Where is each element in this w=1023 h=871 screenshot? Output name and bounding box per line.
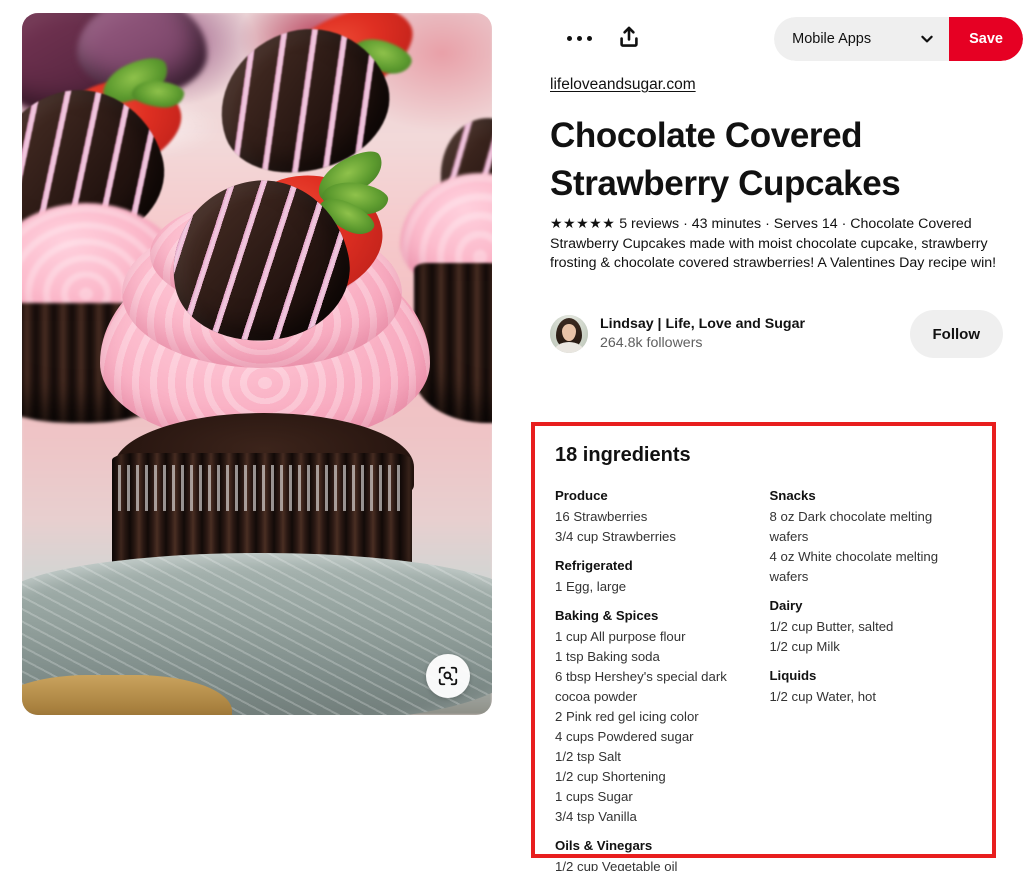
ingredient-group: Snacks 8 oz Dark chocolate melting wafers…: [770, 486, 973, 587]
avatar[interactable]: [550, 315, 588, 353]
save-button[interactable]: Save: [949, 17, 1023, 61]
save-controls: Mobile Apps Save: [774, 17, 1023, 61]
share-button[interactable]: [612, 20, 646, 54]
ingredient-item: 1/2 cup Shortening: [555, 769, 666, 784]
ingredient-item: 1/2 cup Milk: [769, 639, 840, 654]
visual-search-lens-icon: [438, 666, 458, 686]
ingredient-item: 8 oz Dark chocolate melting wafers: [769, 509, 933, 544]
pin-detail-pane: Mobile Apps Save lifeloveandsugar.com Ch…: [530, 0, 1023, 871]
ingredient-item: 1 cup All purpose flour: [555, 629, 686, 644]
board-selector-dropdown[interactable]: Mobile Apps: [774, 17, 950, 61]
ingredient-group-name: Dairy: [769, 598, 803, 613]
pin-action-bar: Mobile Apps Save: [550, 14, 1023, 62]
ingredient-group-name: Produce: [555, 488, 608, 503]
star-rating: ★★★★★: [550, 215, 616, 231]
author-follower-count: 264.8k followers: [600, 335, 703, 351]
author-row: Lindsay | Life, Love and Sugar 264.8k fo…: [550, 308, 1003, 360]
ingredient-group-name: Refrigerated: [555, 558, 633, 573]
ingredients-column-right: Snacks 8 oz Dark chocolate melting wafers…: [770, 486, 973, 871]
ingredient-item: 1/2 cup Water, hot: [769, 689, 877, 704]
pin-detail-page: Mobile Apps Save lifeloveandsugar.com Ch…: [0, 0, 1023, 871]
ingredients-column-left: Produce 16 Strawberries 3/4 cup Strawberri…: [555, 486, 758, 871]
visual-search-button[interactable]: [426, 654, 470, 698]
pin-image[interactable]: [22, 13, 492, 715]
ingredient-item: 16 Strawberries: [555, 509, 648, 524]
ingredient-group-name: Snacks: [769, 488, 816, 503]
ingredient-item: 6 tbsp Hershey's special dark cocoa powd…: [555, 669, 727, 704]
ingredient-item: 4 oz White chocolate melting wafers: [769, 549, 939, 584]
pin-description-text: 5 reviews · 43 minutes · Serves 14 · Cho…: [550, 216, 997, 271]
ingredient-item: 1/2 tsp Salt: [555, 749, 621, 764]
ingredient-group: Dairy 1/2 cup Butter, salted 1/2 cup Milk: [770, 596, 973, 657]
ingredient-group-name: Oils & Vinegars: [555, 838, 653, 853]
ingredient-group: Oils & Vinegars 1/2 cup Vegetable oil: [555, 836, 758, 871]
more-horizontal-icon: [566, 35, 592, 41]
follow-button[interactable]: Follow: [909, 310, 1003, 358]
ingredients-columns: Produce 16 Strawberries 3/4 cup Strawberri…: [555, 486, 972, 871]
pin-title: Chocolate Covered Strawberry Cupcakes: [550, 116, 901, 203]
author-info: Lindsay | Life, Love and Sugar 264.8k fo…: [600, 315, 805, 353]
pin-meta-description: ★★★★★ 5 reviews · 43 minutes · Serves 14…: [550, 214, 1000, 274]
ingredient-group: Baking & Spices 1 cup All purpose flour 1 …: [555, 606, 758, 827]
ingredient-item: 2 Pink red gel icing color: [555, 709, 699, 724]
ingredient-group: Refrigerated 1 Egg, large: [555, 556, 758, 597]
ingredient-item: 1/2 cup Butter, salted: [769, 619, 894, 634]
recipe-photo: [22, 13, 492, 715]
author-name[interactable]: Lindsay | Life, Love and Sugar: [600, 315, 805, 334]
ingredient-item: 3/4 tsp Vanilla: [555, 809, 637, 824]
ingredient-item: 1 Egg, large: [555, 579, 627, 594]
ingredient-item: 3/4 cup Strawberries: [555, 529, 676, 544]
ingredient-item: 1 tsp Baking soda: [555, 649, 660, 664]
ingredient-item: 4 cups Powdered sugar: [555, 729, 694, 744]
ingredient-group-name: Baking & Spices: [555, 608, 659, 623]
ingredient-group: Produce 16 Strawberries 3/4 cup Strawberri…: [555, 486, 758, 547]
ingredient-group-name: Liquids: [769, 668, 817, 683]
source-domain-link[interactable]: lifeloveandsugar.com: [550, 76, 696, 94]
ingredient-item: 1/2 cup Vegetable oil: [555, 859, 678, 871]
board-selector-value: Mobile Apps: [792, 31, 872, 47]
share-upload-icon: [620, 26, 638, 47]
ingredients-highlight-box: 18 ingredients Produce 16 Strawberries 3/4…: [531, 422, 996, 871]
more-options-button[interactable]: [562, 24, 596, 52]
ingredients-heading: 18 ingredients: [555, 444, 691, 466]
chevron-down-icon: [921, 35, 933, 43]
ingredient-group: Liquids 1/2 cup Water, hot: [770, 666, 973, 707]
ingredient-item: 1 cups Sugar: [555, 789, 633, 804]
